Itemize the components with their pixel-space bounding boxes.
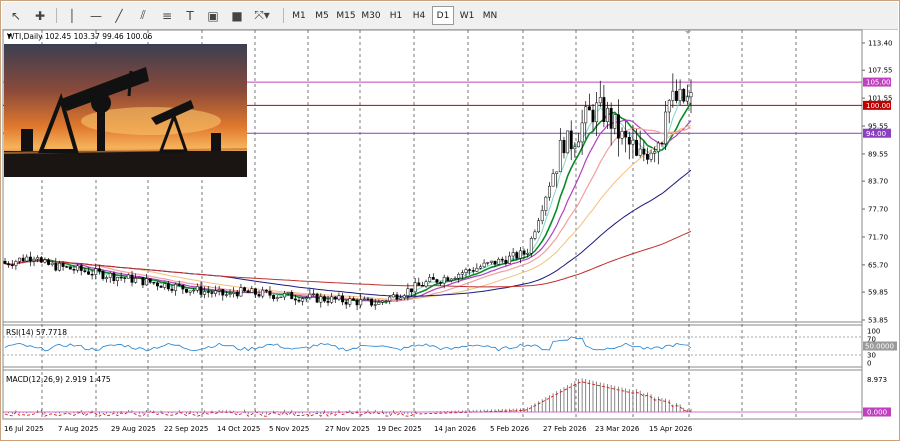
date-tick-label: 29 Aug 2025 bbox=[111, 425, 156, 433]
price-chart[interactable]: 113.40107.55101.5595.5589.5583.7077.7071… bbox=[1, 1, 899, 440]
date-tick-label: 27 Nov 2025 bbox=[325, 425, 370, 433]
macd-zero-tag: 0.000 bbox=[867, 409, 887, 417]
date-tick-label: 14 Jan 2026 bbox=[434, 425, 477, 433]
price-tick-label: 107.55 bbox=[868, 67, 893, 75]
level-tag-94.00: 94.00 bbox=[866, 130, 886, 138]
date-tick-label: 22 Sep 2025 bbox=[164, 425, 208, 433]
date-tick-label: 7 Aug 2025 bbox=[58, 425, 98, 433]
trading-terminal-window: ↖ ✚ │ — ╱ ⫽ ≡ T ▣ ■ ⤧▾ M1 M5 M15 M30 H1 H4 D1 W… bbox=[0, 0, 900, 441]
rsi-scale-label: 100 bbox=[867, 328, 880, 336]
price-tick-label: 53.85 bbox=[868, 317, 888, 325]
chart-title: WTI,Daily 102.45 103.37 99.46 100.06 bbox=[7, 32, 153, 41]
oil-pumpjack-image bbox=[3, 44, 248, 177]
date-tick-label: 14 Oct 2025 bbox=[217, 425, 260, 433]
price-tick-label: 59.85 bbox=[868, 289, 888, 297]
level-tag-100.00: 100.00 bbox=[866, 102, 891, 110]
date-tick-label: 5 Nov 2025 bbox=[269, 425, 309, 433]
date-tick-label: 23 Mar 2026 bbox=[595, 425, 640, 433]
rsi-scale-label: 30 bbox=[867, 352, 876, 360]
price-tick-label: 77.70 bbox=[868, 206, 888, 214]
price-tick-label: 65.70 bbox=[868, 261, 888, 269]
level-tag-105.00: 105.00 bbox=[866, 79, 891, 87]
date-tick-label: 27 Feb 2026 bbox=[543, 425, 587, 433]
rsi-scale-label: 0 bbox=[867, 360, 871, 368]
price-tick-label: 113.40 bbox=[868, 40, 893, 48]
date-tick-label: 15 Apr 2026 bbox=[649, 425, 693, 433]
macd-title: MACD(12,26,9) 2.919 1.475 bbox=[6, 375, 111, 384]
rsi-title: RSI(14) 57.7718 bbox=[6, 328, 67, 337]
price-tick-label: 83.70 bbox=[868, 178, 888, 186]
date-tick-label: 5 Feb 2026 bbox=[490, 425, 530, 433]
price-tick-label: 71.70 bbox=[868, 233, 888, 241]
price-tick-label: 89.55 bbox=[868, 150, 888, 158]
date-tick-label: 16 Jul 2025 bbox=[4, 425, 44, 433]
rsi-panel[interactable] bbox=[3, 336, 862, 356]
rsi-current-tag: 50.0000 bbox=[865, 343, 894, 351]
date-tick-label: 19 Dec 2025 bbox=[377, 425, 422, 433]
macd-scale-top: 8.973 bbox=[867, 376, 887, 384]
